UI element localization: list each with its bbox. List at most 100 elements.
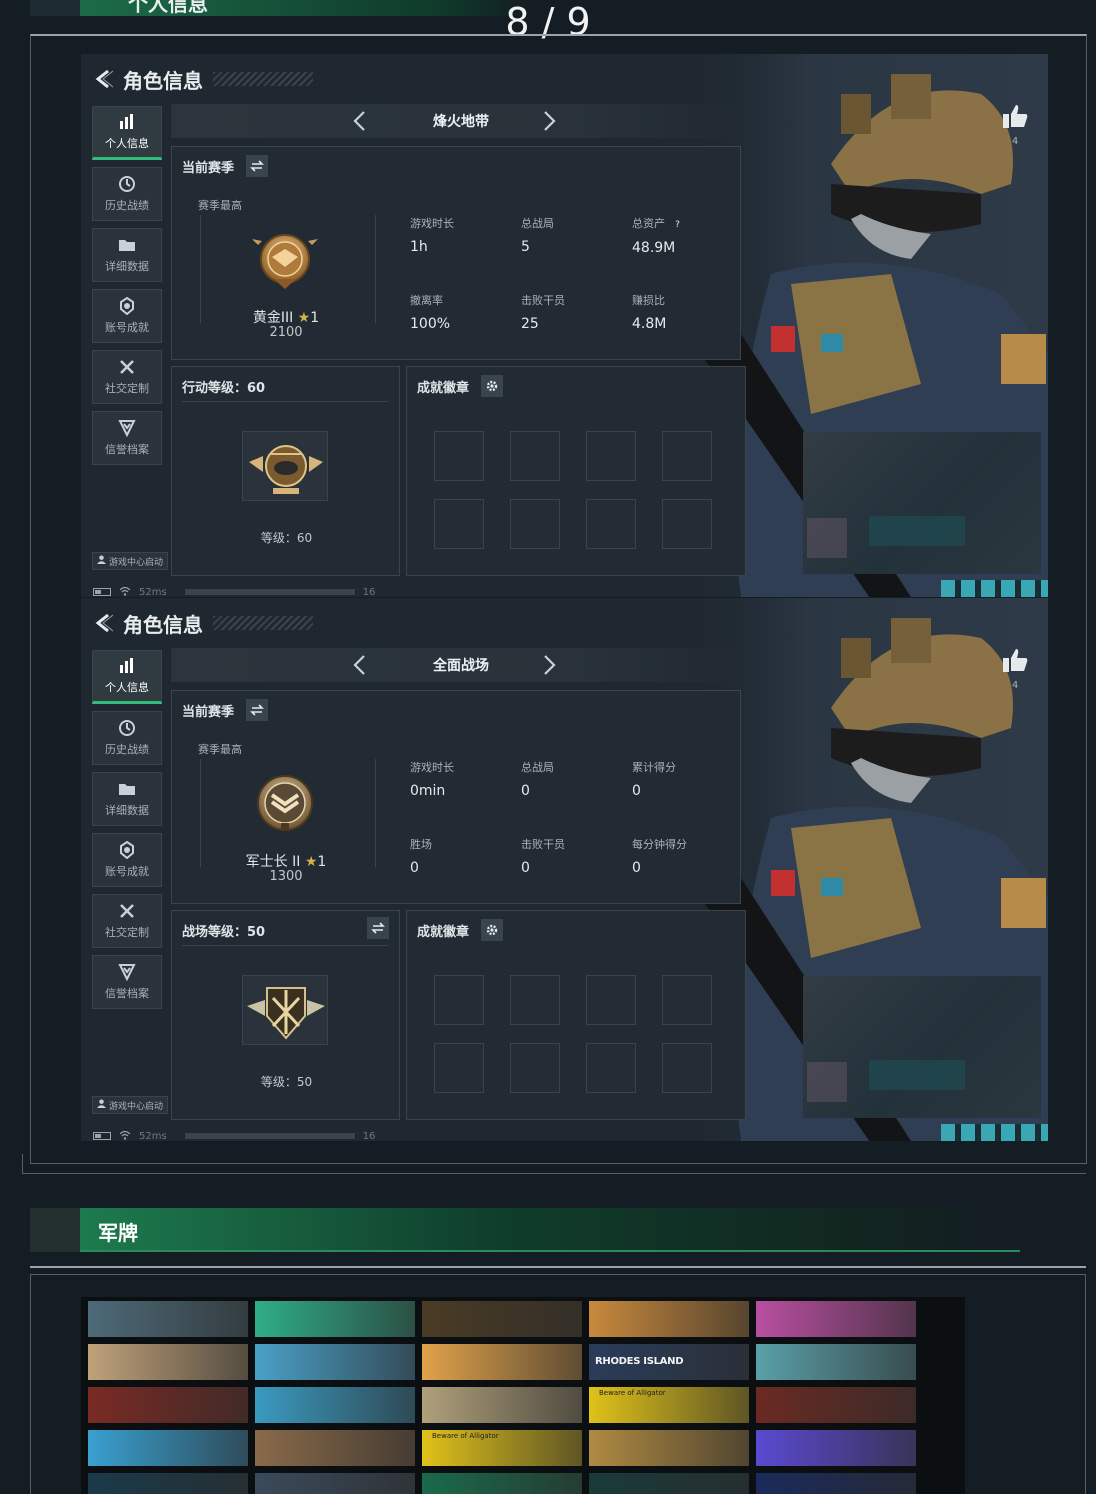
dog-tag-card[interactable] <box>87 1343 249 1381</box>
dog-tag-card[interactable] <box>755 1429 917 1467</box>
stat-cell: 撤离率 100% <box>410 292 450 332</box>
dog-tag-card[interactable] <box>421 1343 583 1381</box>
back-arrow-icon[interactable] <box>93 612 115 634</box>
gear-icon[interactable] <box>481 375 504 397</box>
swap-season-button[interactable] <box>246 155 269 177</box>
panel-header: 角色信息 <box>93 64 313 94</box>
swap-season-button[interactable] <box>246 699 269 721</box>
badge-slot[interactable] <box>586 499 636 549</box>
blurred-shape <box>807 518 847 558</box>
sidebar-item-shield[interactable]: 信誉档案 <box>92 955 162 1009</box>
badge-slot[interactable] <box>662 431 712 481</box>
level-text: 等级：50 <box>260 1075 313 1089</box>
battery-icon <box>93 1132 111 1140</box>
badge-header: 成就徽章 <box>417 919 504 941</box>
dog-tag-card[interactable] <box>588 1300 750 1338</box>
sidebar-item-history[interactable]: 历史战绩 <box>92 711 162 765</box>
season-stats-box: 当前赛季 赛季最高 军士长 II ★1 1300 游戏时长 0min 总战局 0 累计得分 0 胜场… <box>171 690 741 904</box>
panel-title: 角色信息 <box>123 68 203 93</box>
sidebar-item-label: 信誉档案 <box>105 443 149 456</box>
shield-icon <box>118 963 136 982</box>
badge-slot[interactable] <box>662 499 712 549</box>
badge-slot[interactable] <box>586 1043 636 1093</box>
dog-tag-card[interactable] <box>254 1386 416 1424</box>
badge-slot[interactable] <box>434 431 484 481</box>
back-arrow-icon[interactable] <box>93 68 115 90</box>
badge-slot[interactable] <box>586 975 636 1025</box>
sidebar-item-bar-chart[interactable]: 个人信息 <box>92 650 162 704</box>
badge-slot[interactable] <box>434 1043 484 1093</box>
badge-slot[interactable] <box>662 1043 712 1093</box>
rank-title: 黄金III <box>252 310 294 326</box>
sidebar-item-shield[interactable]: 信誉档案 <box>92 411 162 465</box>
help-icon[interactable]: ? <box>671 219 684 232</box>
sidebar-item-tools[interactable]: 社交定制 <box>92 894 162 948</box>
dog-tag-card[interactable] <box>755 1343 917 1381</box>
frame-bottom-line <box>22 1154 1086 1174</box>
section-title: 军牌 <box>98 1221 138 1245</box>
dog-tag-card[interactable] <box>254 1429 416 1467</box>
thumbs-up-icon[interactable] <box>1001 646 1029 674</box>
badge-slot[interactable] <box>662 975 712 1025</box>
chevron-left-icon[interactable] <box>349 109 373 133</box>
swap-level-button[interactable] <box>367 917 389 939</box>
badge-slot[interactable] <box>510 431 560 481</box>
sidebar-item-label: 账号成就 <box>105 865 149 878</box>
dog-tag-card[interactable] <box>421 1386 583 1424</box>
dog-tag-card[interactable] <box>755 1472 917 1494</box>
chevron-left-icon[interactable] <box>349 653 373 677</box>
badge-slot[interactable] <box>510 1043 560 1093</box>
chevron-right-icon[interactable] <box>536 109 560 133</box>
dog-tag-card[interactable] <box>755 1386 917 1424</box>
sidebar-item-tools[interactable]: 社交定制 <box>92 350 162 404</box>
history-icon <box>118 175 136 193</box>
dog-tag-card[interactable] <box>421 1472 583 1494</box>
season-label: 当前赛季 <box>182 160 235 176</box>
dog-tag-card[interactable] <box>254 1300 416 1338</box>
dog-tag-card[interactable] <box>87 1472 249 1494</box>
gear-icon[interactable] <box>481 919 504 941</box>
sidebar-item-medal[interactable]: 账号成就 <box>92 289 162 343</box>
sidebar-item-bar-chart[interactable]: 个人信息 <box>92 106 162 160</box>
sidebar-item-label: 社交定制 <box>105 926 149 939</box>
sidebar-item-history[interactable]: 历史战绩 <box>92 167 162 221</box>
stat-value: 100% <box>410 316 451 332</box>
rank-emblem-icon <box>250 227 320 293</box>
stat-label-text: 撤离率 <box>410 294 443 307</box>
thumbs-up-icon[interactable] <box>1001 102 1029 130</box>
stat-label: 撤离率 <box>410 292 450 308</box>
dog-tag-card[interactable] <box>254 1472 416 1494</box>
badge-slot[interactable] <box>510 975 560 1025</box>
game-center-launch[interactable]: 游戏中心启动 <box>92 1096 168 1114</box>
dog-tag-card[interactable] <box>87 1429 249 1467</box>
dog-tag-card[interactable] <box>588 1429 750 1467</box>
dog-tag-card[interactable] <box>421 1300 583 1338</box>
badge-slot[interactable] <box>510 499 560 549</box>
dog-tag-card[interactable] <box>254 1343 416 1381</box>
dog-tag-card[interactable]: Beware of Alligator <box>421 1429 583 1467</box>
dog-tag-card[interactable] <box>87 1300 249 1338</box>
chevron-right-icon[interactable] <box>536 653 560 677</box>
dog-tag-card[interactable] <box>588 1472 750 1494</box>
achievement-badge-box: 成就徽章 <box>406 366 746 576</box>
sidebar-item-folder[interactable]: 详细数据 <box>92 772 162 826</box>
badge-slot[interactable] <box>434 975 484 1025</box>
level-title: 行动等级：60 <box>182 381 266 396</box>
level-box: 行动等级：60 等级：60 <box>171 366 400 576</box>
dog-tag-card[interactable] <box>755 1300 917 1338</box>
sidebar-item-medal[interactable]: 账号成就 <box>92 833 162 887</box>
game-center-launch[interactable]: 游戏中心启动 <box>92 552 168 570</box>
status-bar: 52ms 16 <box>93 586 375 597</box>
sidebar-item-folder[interactable]: 详细数据 <box>92 228 162 282</box>
stat-label: 游戏时长 <box>410 759 454 775</box>
dog-tag-card[interactable]: Beware of Alligator <box>588 1386 750 1424</box>
stat-cell: 游戏时长 1h <box>410 215 454 255</box>
rank-emblem-icon <box>250 771 320 837</box>
badge-slot[interactable] <box>434 499 484 549</box>
stat-label: 每分钟得分 <box>632 836 687 852</box>
user-icon <box>97 1099 106 1111</box>
dog-tag-card[interactable] <box>87 1386 249 1424</box>
dog-tag-card[interactable]: RHODES ISLAND <box>588 1343 750 1381</box>
rank-stars: 1 <box>317 854 327 870</box>
badge-slot[interactable] <box>586 431 636 481</box>
